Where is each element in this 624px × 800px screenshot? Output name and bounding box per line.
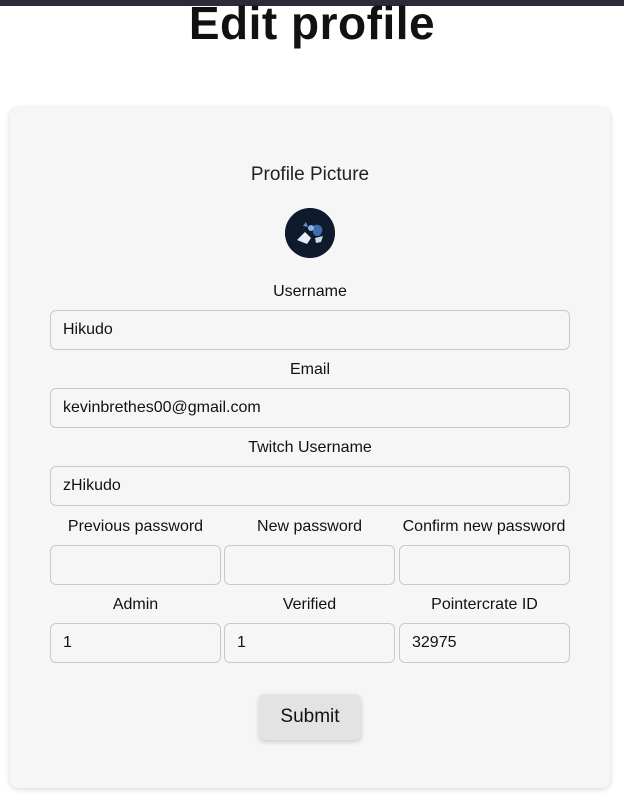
admin-label: Admin bbox=[112, 596, 159, 613]
confirm-password-input[interactable] bbox=[399, 545, 570, 585]
email-label: Email bbox=[289, 361, 330, 378]
page-title: Edit profile bbox=[188, 0, 436, 49]
email-input[interactable]: kevinbrethes00@gmail.com bbox=[50, 388, 570, 428]
username-input[interactable]: Hikudo bbox=[50, 310, 570, 350]
profile-picture-avatar[interactable] bbox=[285, 208, 335, 258]
twitch-username-input[interactable]: zHikudo bbox=[50, 466, 570, 506]
twitch-username-label: Twitch Username bbox=[248, 439, 372, 456]
verified-input[interactable]: 1 bbox=[224, 623, 395, 663]
edit-profile-form: Profile Picture Username Hikudo Email ke… bbox=[10, 108, 610, 788]
avatar-image bbox=[285, 208, 335, 258]
previous-password-input[interactable] bbox=[50, 545, 221, 585]
username-label: Username bbox=[273, 283, 347, 300]
new-password-input[interactable] bbox=[224, 545, 395, 585]
pointercrate-id-input[interactable]: 32975 bbox=[399, 623, 570, 663]
verified-label: Verified bbox=[282, 596, 337, 613]
submit-button[interactable]: Submit bbox=[259, 694, 361, 740]
confirm-password-label: Confirm new password bbox=[402, 518, 566, 535]
admin-input[interactable]: 1 bbox=[50, 623, 221, 663]
previous-password-label: Previous password bbox=[67, 518, 204, 535]
profile-picture-title: Profile Picture bbox=[250, 164, 370, 185]
new-password-label: New password bbox=[257, 518, 362, 535]
pointercrate-id-label: Pointercrate ID bbox=[431, 596, 538, 613]
